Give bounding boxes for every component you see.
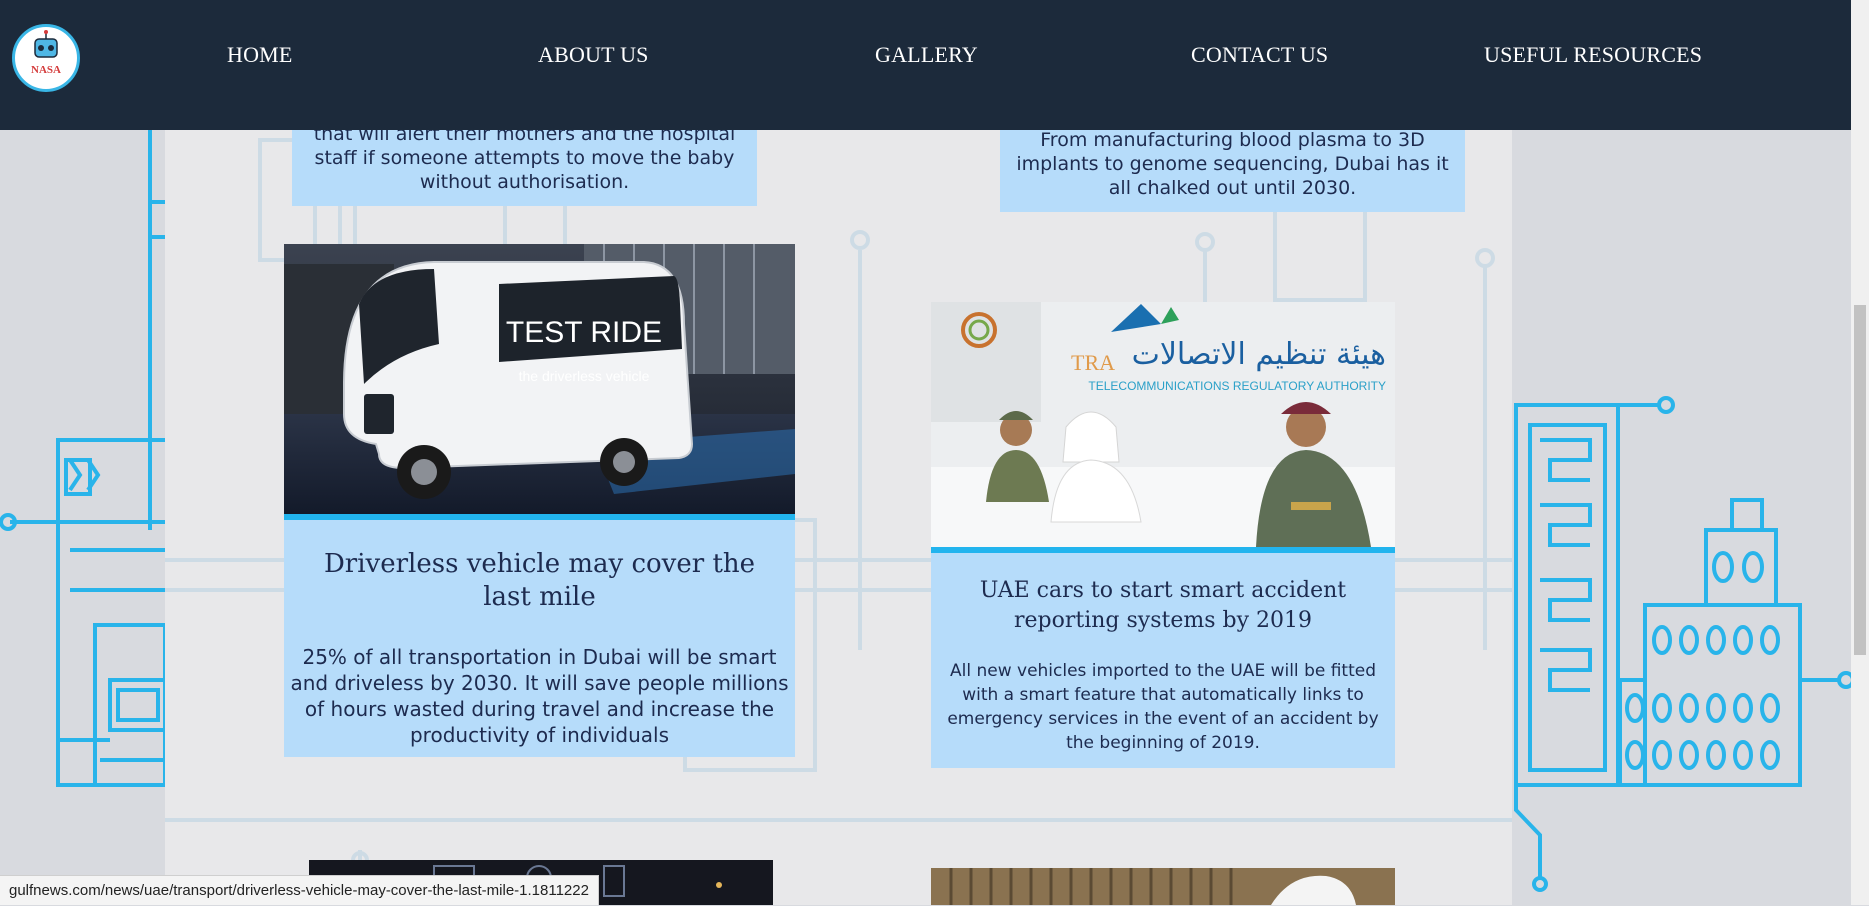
nav-contact-us[interactable]: CONTACT US <box>1191 42 1328 68</box>
tra-press-conference-illustration: هيئة تنظيم الاتصالات TRA TELECOMMUNICATI… <box>931 302 1395 547</box>
card-title[interactable]: UAE cars to start smart accident reporti… <box>931 553 1395 636</box>
top-navbar: NASA HOME ABOUT US GALLERY CONTACT US US… <box>0 0 1851 130</box>
news-card-uae-cars[interactable]: UAE cars to start smart accident reporti… <box>931 553 1395 768</box>
nasa-logo[interactable]: NASA <box>12 24 80 92</box>
next-article-image-right[interactable] <box>931 868 1395 905</box>
robot-icon <box>34 30 58 58</box>
page-scrollbar[interactable] <box>1851 0 1869 905</box>
card-body: 25% of all transportation in Dubai will … <box>290 645 789 747</box>
image-logo-english: TELECOMMUNICATIONS REGULATORY AUTHORITY <box>1088 379 1386 393</box>
background-left-decoration <box>0 130 170 787</box>
nav-gallery[interactable]: GALLERY <box>875 42 978 68</box>
card-title[interactable]: Driverless vehicle may cover the last mi… <box>284 520 795 614</box>
nav-home[interactable]: HOME <box>227 42 293 68</box>
scrollbar-thumb[interactable] <box>1854 305 1866 655</box>
image-caption: TEST RIDE <box>506 316 662 349</box>
driverless-vehicle-image[interactable]: TEST RIDE the driverless vehicle <box>284 244 795 514</box>
image-logo-arabic: هيئة تنظيم الاتصالات <box>1132 337 1386 372</box>
link-status-bar: gulfnews.com/news/uae/transport/driverle… <box>0 875 599 905</box>
next-article-illustration-right <box>931 868 1395 905</box>
card-body: All new vehicles imported to the UAE wil… <box>947 661 1379 753</box>
news-card-driverless[interactable]: Driverless vehicle may cover the last mi… <box>284 520 795 757</box>
driverless-vehicle-illustration: TEST RIDE the driverless vehicle <box>284 244 795 514</box>
image-subcaption: the driverless vehicle <box>519 368 650 384</box>
nav-about-us[interactable]: ABOUT US <box>538 42 649 68</box>
tra-press-conference-image[interactable]: هيئة تنظيم الاتصالات TRA TELECOMMUNICATI… <box>931 302 1395 547</box>
nav-useful-resources[interactable]: USEFUL RESOURCES <box>1484 42 1702 68</box>
logo-text: NASA <box>31 64 61 76</box>
image-logo-tra: TRA <box>1071 350 1115 375</box>
background-right-decoration <box>1514 396 1855 892</box>
